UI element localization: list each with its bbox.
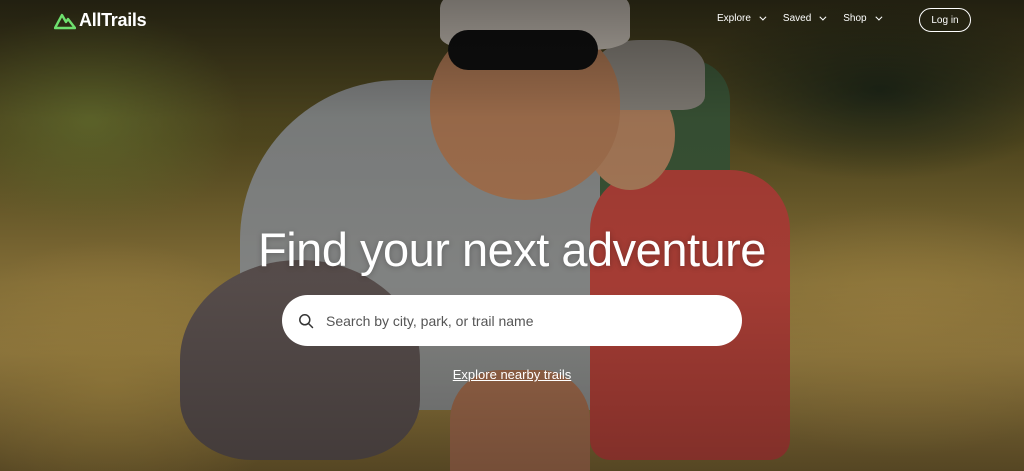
top-navigation: AllTrails Explore Saved Shop Log in bbox=[0, 0, 1024, 44]
chevron-down-icon bbox=[819, 13, 827, 21]
nav-item-saved[interactable]: Saved bbox=[782, 13, 827, 24]
search-input[interactable] bbox=[326, 312, 706, 329]
nav-item-explore[interactable]: Explore bbox=[717, 13, 767, 24]
brand-name: AllTrails bbox=[79, 10, 147, 30]
explore-nearby-link[interactable]: Explore nearby trails bbox=[453, 367, 572, 382]
hero-title: Find your next adventure bbox=[258, 223, 766, 276]
login-button[interactable]: Log in bbox=[919, 8, 971, 32]
nav-label-saved: Saved bbox=[782, 13, 812, 24]
chevron-down-icon bbox=[759, 13, 767, 21]
nav-item-shop[interactable]: Shop bbox=[843, 13, 883, 24]
explore-nearby-container: Explore nearby trails bbox=[0, 366, 1024, 384]
main-nav: Explore Saved Shop bbox=[717, 13, 883, 24]
search-bar[interactable] bbox=[282, 295, 742, 346]
search-icon bbox=[299, 313, 314, 328]
chevron-down-icon bbox=[875, 13, 883, 21]
nav-label-explore: Explore bbox=[717, 13, 751, 24]
nav-label-shop: Shop bbox=[843, 13, 867, 24]
alltrails-logo[interactable]: AllTrails bbox=[54, 10, 147, 31]
mountain-logo-icon bbox=[54, 13, 76, 29]
